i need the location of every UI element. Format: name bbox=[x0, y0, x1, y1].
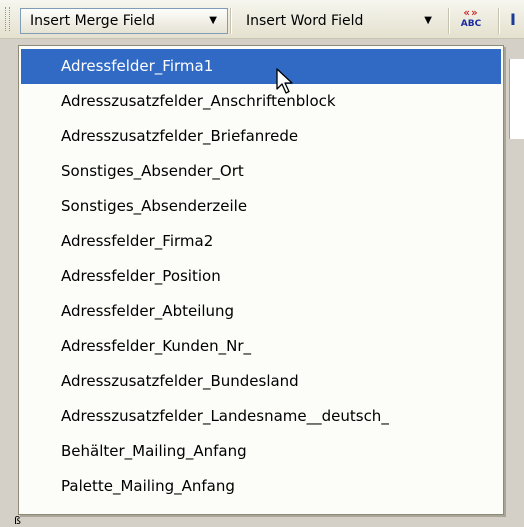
merge-field-item[interactable]: Adressfelder_Position bbox=[19, 259, 503, 294]
merge-field-item[interactable]: Adressfelder_Abteilung bbox=[19, 294, 503, 329]
chevron-down-icon: ▼ bbox=[209, 15, 217, 26]
view-merged-data-icon[interactable]: «» ABC bbox=[456, 7, 486, 33]
merge-field-item[interactable]: Behälter_Mailing_Anfang bbox=[19, 434, 503, 469]
insert-word-field-button[interactable]: Insert Word Field ▼ bbox=[236, 10, 442, 32]
merge-field-item[interactable]: Adresszusatzfelder_Landesname__deutsch_ bbox=[19, 399, 503, 434]
merge-field-item[interactable]: Adresszusatzfelder_Bundesland bbox=[19, 364, 503, 399]
toolbar-separator bbox=[230, 8, 232, 34]
insert-merge-field-label: Insert Merge Field bbox=[30, 13, 156, 29]
merge-abc-glyph: ABC bbox=[460, 19, 482, 29]
next-toolbar-icon[interactable]: I bbox=[510, 10, 516, 29]
document-text-fragment: ß bbox=[14, 514, 21, 527]
toolbar-grip[interactable] bbox=[5, 7, 10, 31]
insert-merge-field-button[interactable]: Insert Merge Field ▼ bbox=[20, 8, 228, 34]
mouse-pointer-icon bbox=[276, 68, 293, 94]
merge-field-item[interactable]: Sonstiges_Absenderzeile bbox=[19, 189, 503, 224]
merge-field-item[interactable]: Adressfelder_Kunden_Nr_ bbox=[19, 329, 503, 364]
merge-quotes-glyph: «» bbox=[463, 6, 479, 19]
merge-field-item[interactable]: Adressfelder_Firma1 bbox=[21, 49, 501, 84]
merge-field-item[interactable]: Palette_Mailing_Anfang bbox=[19, 469, 503, 504]
ruler-fragment bbox=[509, 59, 524, 139]
merge-field-item[interactable]: Sonstiges_Absender_Ort bbox=[19, 154, 503, 189]
chevron-down-icon: ▼ bbox=[424, 15, 432, 26]
mail-merge-toolbar: Insert Merge Field ▼ Insert Word Field ▼… bbox=[0, 0, 524, 39]
merge-field-item[interactable]: Adresszusatzfelder_Anschriftenblock bbox=[19, 84, 503, 119]
merge-field-dropdown: Adressfelder_Firma1 Adresszusatzfelder_A… bbox=[18, 45, 504, 515]
toolbar-separator bbox=[498, 8, 500, 34]
merge-field-item[interactable]: Adresszusatzfelder_Briefanrede bbox=[19, 119, 503, 154]
insert-word-field-label: Insert Word Field bbox=[246, 13, 364, 29]
toolbar-separator bbox=[448, 8, 450, 34]
merge-field-item[interactable]: Adressfelder_Firma2 bbox=[19, 224, 503, 259]
